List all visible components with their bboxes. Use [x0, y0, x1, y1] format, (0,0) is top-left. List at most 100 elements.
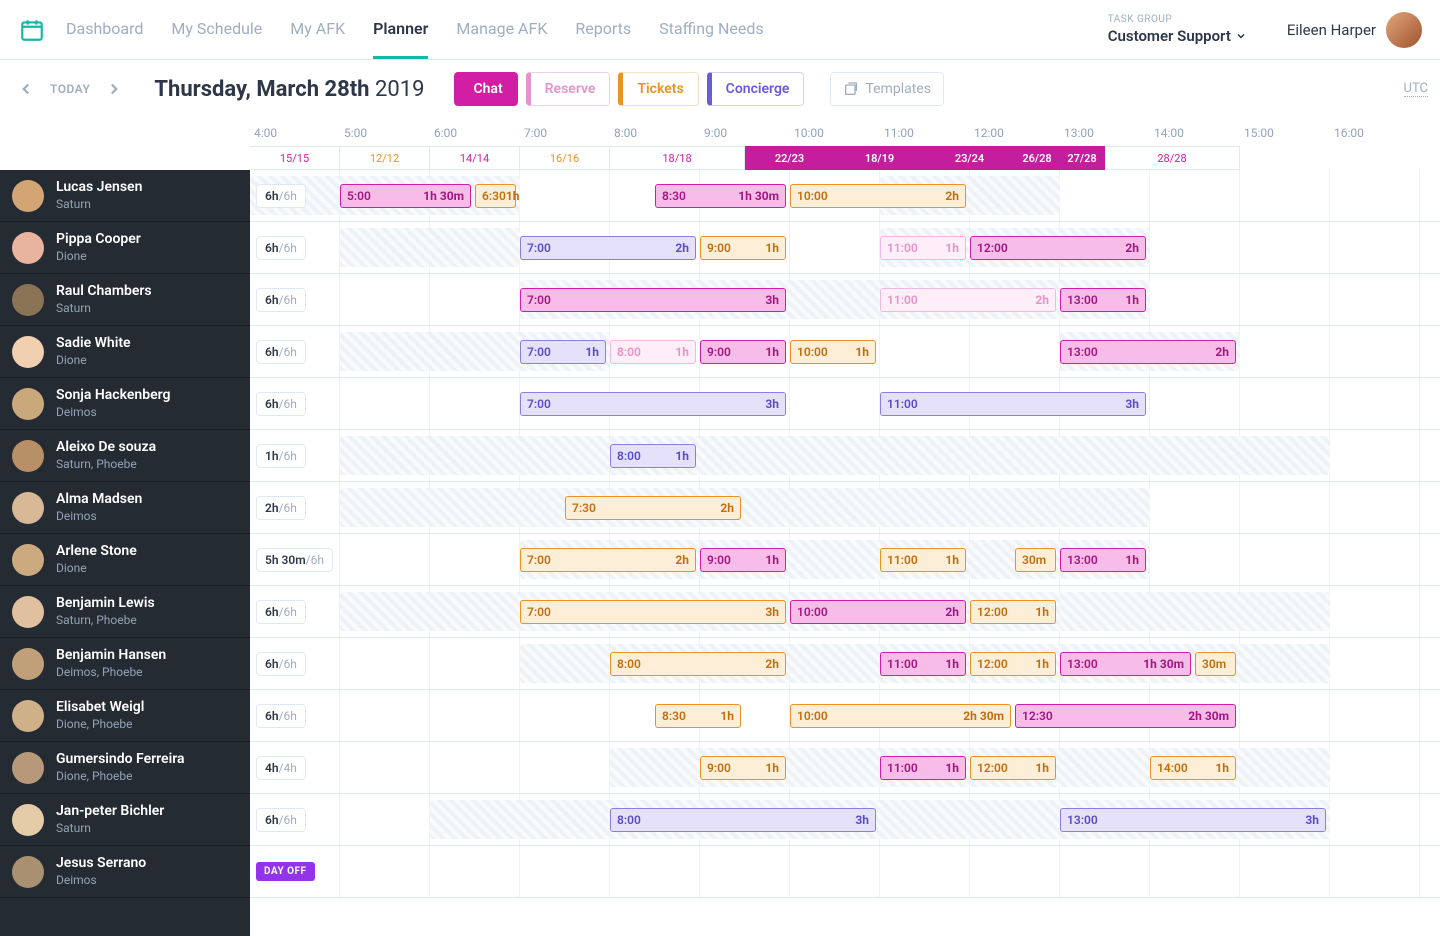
person-row[interactable]: Sonja Hackenberg Deimos — [0, 378, 250, 430]
person-avatar — [12, 492, 44, 524]
capacity-cell: 15/15 — [250, 146, 340, 170]
shift-block-tickets[interactable]: 30m — [1015, 548, 1056, 572]
shift-block-concierge[interactable]: 13:003h — [1060, 808, 1326, 832]
shift-block-chat[interactable]: 9:001h — [700, 340, 786, 364]
person-team: Deimos — [56, 405, 170, 420]
person-row[interactable]: Pippa Cooper Dione — [0, 222, 250, 274]
nav-tab-planner[interactable]: Planner — [373, 1, 428, 59]
capacity-cell: 16/16 — [520, 146, 610, 170]
shift-block-tickets[interactable]: 8:301h — [655, 704, 741, 728]
shift-block-reserve[interactable]: 11:001h — [880, 236, 966, 260]
shift-block-tickets[interactable]: 10:002h 30m — [790, 704, 1011, 728]
shift-block-chat[interactable]: 12:302h 30m — [1015, 704, 1236, 728]
shift-block-tickets[interactable]: 6:301h — [475, 184, 516, 208]
hour-label: 11:00 — [880, 118, 970, 146]
availability-range — [340, 228, 520, 267]
shift-block-chat[interactable]: 10:002h — [790, 600, 966, 624]
shift-block-tickets[interactable]: 10:002h — [790, 184, 966, 208]
shift-block-chat[interactable]: 7:003h — [520, 288, 786, 312]
person-team: Dione — [56, 561, 137, 576]
task-group-selector[interactable]: TASK GROUP Customer Support — [1108, 14, 1247, 45]
person-avatar — [12, 648, 44, 680]
person-row[interactable]: Aleixo De souza Saturn, Phoebe — [0, 430, 250, 482]
nav-tab-staffing-needs[interactable]: Staffing Needs — [659, 1, 764, 59]
person-row[interactable]: Jesus Serrano Deimos — [0, 846, 250, 898]
timezone-selector[interactable]: UTC — [1404, 81, 1428, 97]
person-row[interactable]: Lucas Jensen Saturn — [0, 170, 250, 222]
shift-block-concierge[interactable]: 8:001h — [610, 444, 696, 468]
nav-tab-dashboard[interactable]: Dashboard — [66, 1, 143, 59]
person-row[interactable]: Arlene Stone Dione — [0, 534, 250, 586]
shift-block-chat[interactable]: 13:001h — [1060, 288, 1146, 312]
shift-block-chat[interactable]: 13:002h — [1060, 340, 1236, 364]
shift-block-chat[interactable]: 12:002h — [970, 236, 1146, 260]
shift-block-tickets[interactable]: 14:001h — [1150, 756, 1236, 780]
hours-badge: 6h/6h — [256, 392, 306, 416]
schedule-row: 6h/6h7:003h10:002h12:001h — [250, 586, 1440, 638]
schedule-grid[interactable]: 4:005:006:007:008:009:0010:0011:0012:001… — [250, 118, 1440, 936]
shift-block-chat[interactable]: 13:001h 30m — [1060, 652, 1191, 676]
shift-block-chat[interactable]: 9:001h — [700, 548, 786, 572]
nav-tab-my-schedule[interactable]: My Schedule — [171, 1, 262, 59]
shift-block-concierge[interactable]: 7:003h — [520, 392, 786, 416]
shift-block-tickets[interactable]: 12:001h — [970, 600, 1056, 624]
shift-block-tickets[interactable]: 11:001h — [880, 548, 966, 572]
shift-block-chat[interactable]: 13:001h — [1060, 548, 1146, 572]
filter-reserve[interactable]: Reserve — [526, 72, 611, 106]
filter-concierge[interactable]: Concierge — [707, 72, 805, 106]
shift-block-tickets[interactable]: 9:001h — [700, 236, 786, 260]
person-row[interactable]: Elisabet Weigl Dione, Phoebe — [0, 690, 250, 742]
shift-block-reserve[interactable]: 8:001h — [610, 340, 696, 364]
templates-button[interactable]: Templates — [830, 72, 944, 106]
shift-block-concierge[interactable]: 8:003h — [610, 808, 876, 832]
person-row[interactable]: Alma Madsen Deimos — [0, 482, 250, 534]
person-row[interactable]: Raul Chambers Saturn — [0, 274, 250, 326]
shift-block-concierge[interactable]: 7:002h — [520, 236, 696, 260]
filter-tickets[interactable]: Tickets — [618, 72, 698, 106]
nav-tab-manage-afk[interactable]: Manage AFK — [456, 1, 547, 59]
person-row[interactable]: Benjamin Lewis Saturn, Phoebe — [0, 586, 250, 638]
person-name: Sadie White — [56, 335, 131, 353]
shift-block-concierge[interactable]: 7:001h — [520, 340, 606, 364]
hour-label: 13:00 — [1060, 118, 1150, 146]
person-avatar — [12, 388, 44, 420]
hours-badge: 6h/6h — [256, 652, 306, 676]
person-row[interactable]: Gumersindo Ferreira Dione, Phoebe — [0, 742, 250, 794]
shift-block-concierge[interactable]: 11:003h — [880, 392, 1146, 416]
shift-block-reserve[interactable]: 11:002h — [880, 288, 1056, 312]
shift-block-chat[interactable]: 11:001h — [880, 652, 966, 676]
person-name: Alma Madsen — [56, 491, 142, 509]
schedule-row: DAY OFF — [250, 846, 1440, 898]
person-avatar — [12, 440, 44, 472]
hours-badge: 5h 30m/6h — [256, 548, 333, 572]
nav-tab-reports[interactable]: Reports — [575, 1, 631, 59]
filter-chat[interactable]: Chat — [454, 72, 517, 106]
shift-block-tickets[interactable]: 7:003h — [520, 600, 786, 624]
person-team: Dione, Phoebe — [56, 717, 144, 732]
shift-block-tickets[interactable]: 12:001h — [970, 756, 1056, 780]
shift-block-tickets[interactable]: 9:001h — [700, 756, 786, 780]
user-menu[interactable]: Eileen Harper — [1287, 12, 1422, 48]
hour-label: 5:00 — [340, 118, 430, 146]
shift-block-chat[interactable]: 11:001h — [880, 756, 966, 780]
next-day-button[interactable] — [100, 75, 128, 103]
shift-block-tickets[interactable]: 12:001h — [970, 652, 1056, 676]
shift-block-tickets[interactable]: 7:002h — [520, 548, 696, 572]
prev-day-button[interactable] — [12, 75, 40, 103]
person-name: Jan-peter Bichler — [56, 803, 164, 821]
person-row[interactable]: Benjamin Hansen Deimos, Phoebe — [0, 638, 250, 690]
shift-block-tickets[interactable]: 7:302h — [565, 496, 741, 520]
person-name: Pippa Cooper — [56, 231, 141, 249]
shift-block-chat[interactable]: 8:301h 30m — [655, 184, 786, 208]
shift-block-tickets[interactable]: 30m — [1195, 652, 1236, 676]
shift-block-tickets[interactable]: 10:001h — [790, 340, 876, 364]
hour-label: 10:00 — [790, 118, 880, 146]
hours-badge: 2h/6h — [256, 496, 306, 520]
shift-block-tickets[interactable]: 8:002h — [610, 652, 786, 676]
person-row[interactable]: Sadie White Dione — [0, 326, 250, 378]
person-name: Aleixo De souza — [56, 439, 156, 457]
shift-block-chat[interactable]: 5:001h 30m — [340, 184, 471, 208]
person-row[interactable]: Jan-peter Bichler Saturn — [0, 794, 250, 846]
today-button[interactable]: TODAY — [46, 82, 94, 96]
nav-tab-my-afk[interactable]: My AFK — [290, 1, 345, 59]
